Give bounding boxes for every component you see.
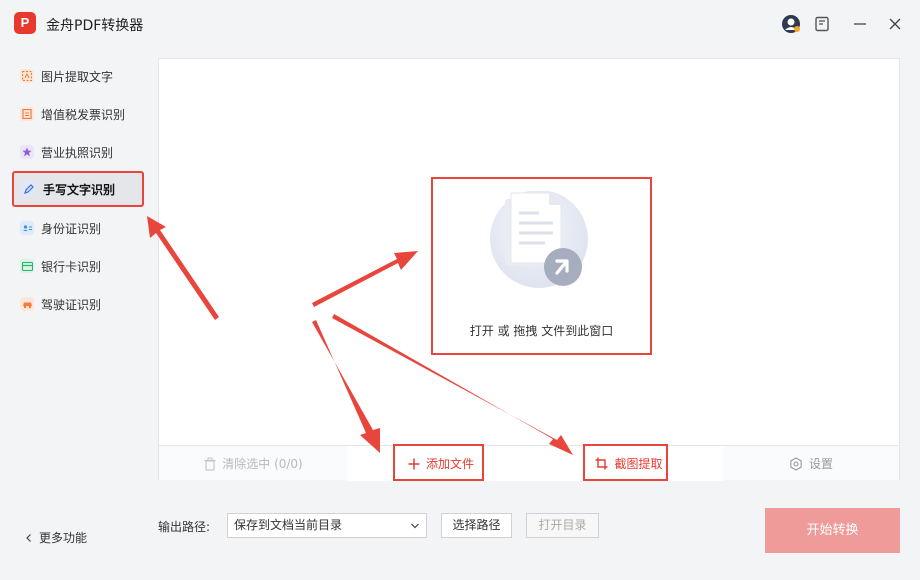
sidebar-item-label: 营业执照识别	[41, 145, 114, 160]
sidebar-item-label: 银行卡识别	[41, 259, 102, 274]
clear-selected-button[interactable]: 清除选中 (0/0)	[159, 446, 347, 481]
drop-zone[interactable]: 打开 或 拖拽 文件到此窗口	[431, 177, 652, 355]
sidebar-item-invoice[interactable]: 增值税发票识别	[12, 97, 144, 131]
file-drop-panel[interactable]: 打开 或 拖拽 文件到此窗口 清除选中 (0/0) 添加文件 截图提取 设置	[158, 58, 900, 481]
gear-icon	[790, 456, 802, 471]
feedback-icon[interactable]	[811, 13, 833, 35]
clear-selected-label: 清除选中 (0/0)	[222, 457, 303, 471]
drop-zone-label: 打开 或 拖拽 文件到此窗口	[469, 324, 614, 338]
license-star-icon	[20, 145, 34, 159]
output-path-select[interactable]: 保存到文档当前目录	[227, 513, 427, 538]
id-card-icon	[20, 221, 34, 235]
minimize-icon[interactable]	[849, 13, 871, 35]
trash-icon	[204, 457, 216, 471]
sidebar-item-id-card[interactable]: 身份证识别	[12, 211, 144, 245]
sidebar-item-label: 身份证识别	[41, 221, 102, 236]
sidebar-item-label: 增值税发票识别	[41, 107, 126, 122]
title-bar: P 金舟PDF转换器	[0, 0, 920, 48]
invoice-icon	[20, 107, 34, 121]
more-features-link[interactable]: 更多功能	[24, 529, 87, 546]
add-file-highlight	[393, 444, 484, 481]
sidebar-item-label: 驾驶证识别	[41, 297, 102, 312]
sidebar-item-handwriting[interactable]: 手写文字识别	[12, 171, 144, 207]
image-text-icon	[20, 69, 34, 83]
output-path-label: 输出路径:	[158, 520, 211, 534]
settings-label: 设置	[808, 457, 833, 471]
file-toolbar: 清除选中 (0/0) 添加文件 截图提取 设置	[159, 445, 899, 481]
sidebar-item-driver-license[interactable]: 驾驶证识别	[12, 287, 144, 321]
sidebar-item-bank-card[interactable]: 银行卡识别	[12, 249, 144, 283]
sidebar-item-label: 图片提取文字	[41, 69, 114, 84]
chevron-down-icon	[411, 523, 419, 529]
start-convert-button[interactable]: 开始转换	[765, 508, 900, 553]
settings-button[interactable]: 设置	[723, 446, 899, 481]
car-icon	[20, 297, 34, 311]
bank-card-icon	[20, 259, 34, 273]
avatar-icon[interactable]	[780, 13, 802, 35]
sidebar-item-image-text[interactable]: 图片提取文字	[12, 59, 144, 93]
crop-highlight	[583, 444, 668, 481]
sidebar-item-license[interactable]: 营业执照识别	[12, 135, 144, 169]
chevron-left-icon	[26, 533, 31, 542]
choose-path-button[interactable]: 选择路径	[441, 513, 512, 538]
app-title: 金舟PDF转换器	[46, 18, 144, 34]
open-folder-button[interactable]: 打开目录	[526, 513, 599, 538]
more-features-label: 更多功能	[39, 531, 88, 545]
app-logo: P	[14, 12, 36, 34]
close-icon[interactable]	[884, 13, 906, 35]
sidebar-item-label: 手写文字识别	[43, 182, 116, 197]
pen-icon	[22, 182, 36, 196]
document-upload-icon	[490, 191, 588, 288]
output-path-value: 保存到文档当前目录	[234, 518, 343, 532]
